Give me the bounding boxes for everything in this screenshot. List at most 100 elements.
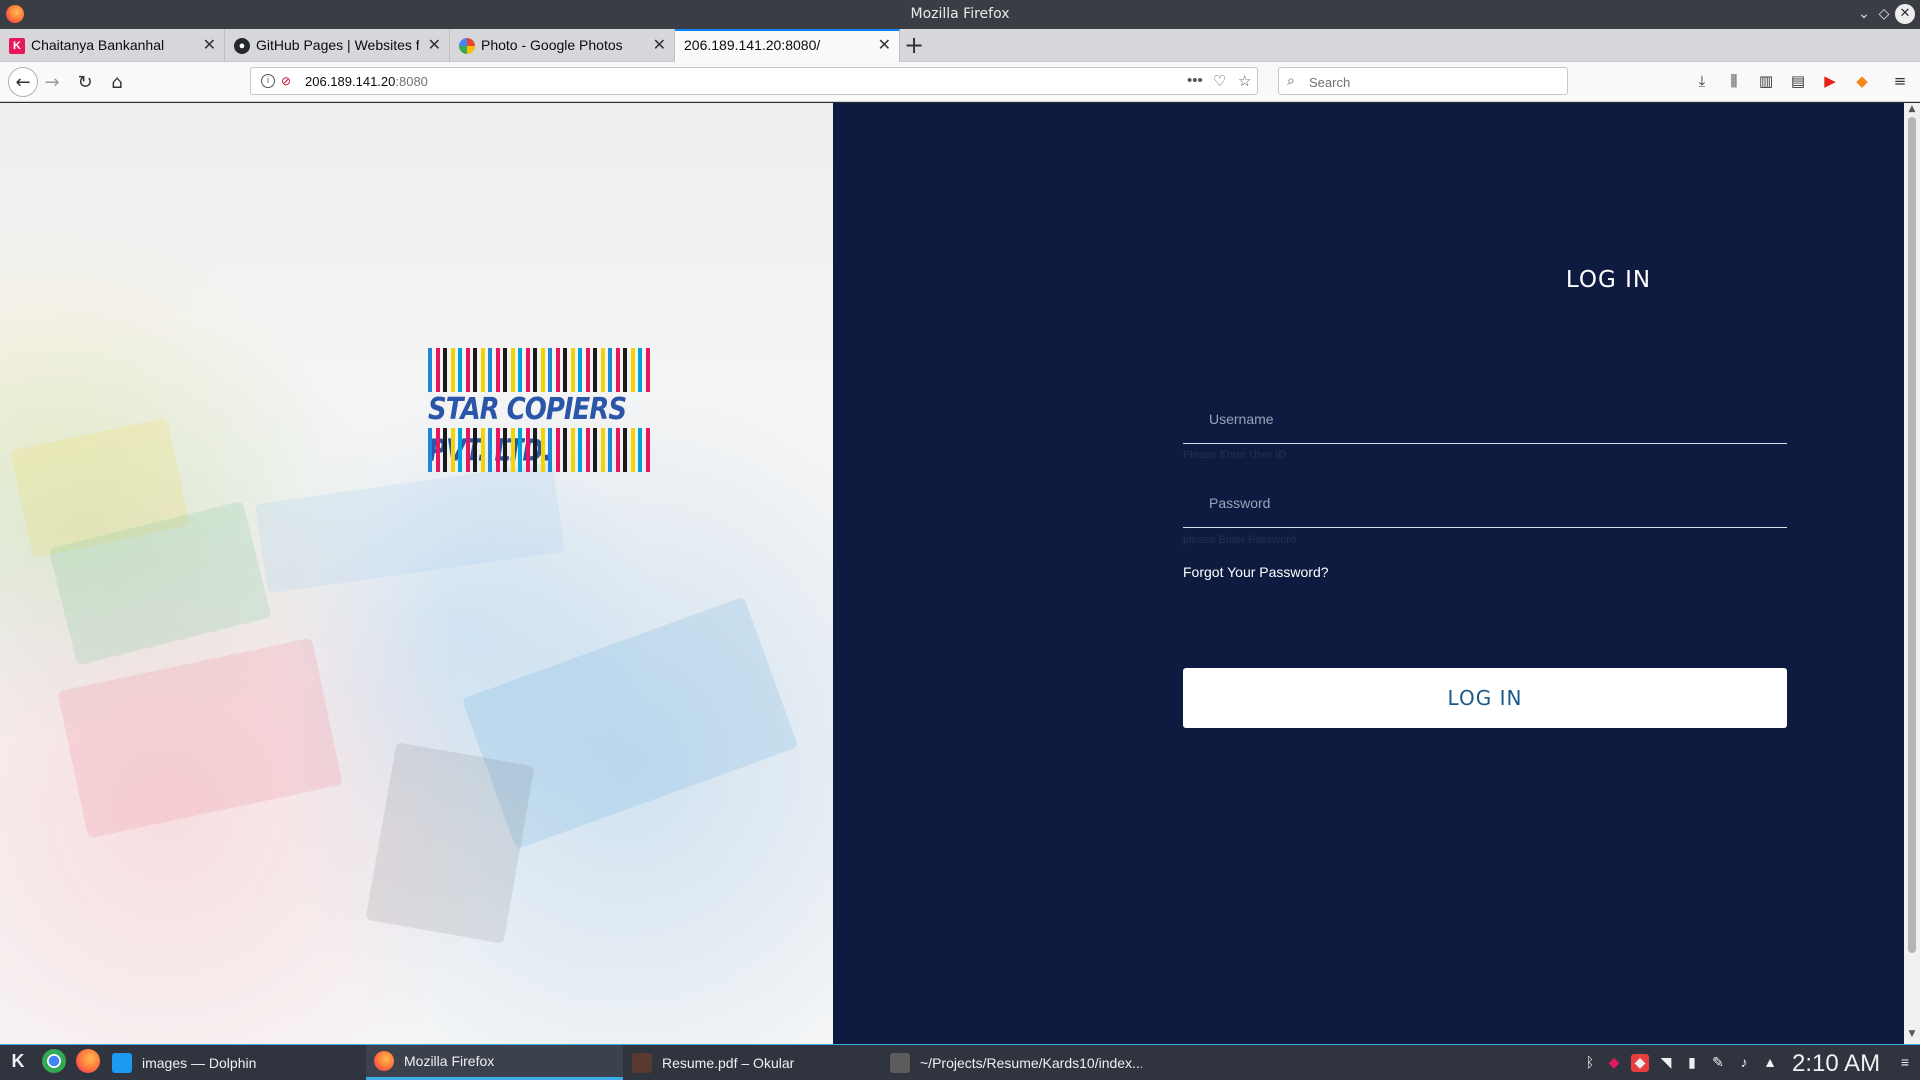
bookmark-star-icon[interactable]: ☆ bbox=[1238, 72, 1251, 90]
forgot-password-link[interactable]: Forgot Your Password? bbox=[1183, 564, 1329, 580]
logo-stripe bbox=[428, 348, 432, 392]
logo-stripe bbox=[518, 428, 522, 472]
home-icon[interactable]: ⌂ bbox=[105, 70, 129, 94]
tab-google-photos[interactable]: Photo - Google Photos ✕ bbox=[450, 29, 675, 62]
logo-stripe bbox=[615, 428, 620, 472]
firefox-launcher-icon[interactable] bbox=[76, 1049, 100, 1073]
notification-tray-icon[interactable]: ◆ bbox=[1631, 1054, 1649, 1072]
close-window-icon[interactable]: ✕ bbox=[1895, 4, 1915, 24]
logo-stripe bbox=[473, 348, 477, 392]
menu-icon[interactable]: ≡ bbox=[1890, 72, 1910, 92]
logo-stripe bbox=[593, 428, 597, 472]
library-icon[interactable]: ⫼ bbox=[1724, 72, 1744, 92]
scroll-down-icon[interactable]: ▼ bbox=[1906, 1029, 1918, 1041]
logo-stripe bbox=[450, 348, 455, 392]
scroll-up-icon[interactable]: ▲ bbox=[1906, 104, 1918, 116]
logo-stripe bbox=[495, 348, 500, 392]
logo-stripe bbox=[645, 428, 650, 472]
task-okular[interactable]: Resume.pdf – Okular bbox=[624, 1045, 880, 1080]
close-tab-icon[interactable]: ✕ bbox=[203, 35, 216, 55]
logo-stripe bbox=[608, 428, 612, 472]
folder-icon bbox=[112, 1052, 132, 1073]
logo-stripe bbox=[450, 428, 455, 472]
task-label: ~/Projects/Resume/Kards10/index... bbox=[920, 1054, 1142, 1071]
reload-icon[interactable]: ↻ bbox=[73, 70, 97, 94]
logo-stripe bbox=[630, 428, 635, 472]
magnifier-decoration bbox=[365, 742, 535, 944]
battery-icon[interactable]: ▮ bbox=[1683, 1054, 1701, 1072]
logo-stripe bbox=[548, 428, 552, 472]
volume-icon[interactable]: ♪ bbox=[1735, 1054, 1753, 1072]
logo-stripe bbox=[623, 428, 627, 472]
logo-stripe bbox=[503, 348, 507, 392]
search-placeholder: Search bbox=[1309, 75, 1351, 90]
tab-chaitanya[interactable]: K Chaitanya Bankanhal ✕ bbox=[0, 29, 225, 62]
new-tab-icon[interactable]: + bbox=[904, 31, 924, 59]
logo-stripe bbox=[563, 428, 567, 472]
logo-stripe bbox=[578, 348, 582, 392]
page-actions-icon[interactable]: ••• bbox=[1187, 72, 1203, 89]
logo-text: STAR COPIERS PVT. LTD. bbox=[428, 392, 627, 469]
kde-launcher-icon[interactable]: K bbox=[6, 1049, 30, 1073]
url-port: :8080 bbox=[395, 74, 428, 89]
search-box[interactable]: ⌕ Search bbox=[1278, 67, 1568, 95]
username-field[interactable] bbox=[1183, 394, 1787, 444]
logo-stripe bbox=[495, 428, 500, 472]
youtube-extension-icon[interactable]: ▶ bbox=[1820, 72, 1840, 92]
tab-label: 206.189.141.20:8080/ bbox=[684, 37, 821, 53]
site-info-icon[interactable]: i bbox=[261, 74, 275, 88]
logo-stripe bbox=[570, 428, 575, 472]
task-dolphin[interactable]: images — Dolphin bbox=[104, 1045, 356, 1080]
tab-active-login[interactable]: 206.189.141.20:8080/ ✕ bbox=[675, 29, 900, 62]
logo-stripe bbox=[518, 348, 522, 392]
tab-label: GitHub Pages | Websites fo bbox=[256, 37, 419, 53]
insecure-lock-icon[interactable]: ⊘ bbox=[281, 74, 295, 88]
tab-github-pages[interactable]: ● GitHub Pages | Websites fo ✕ bbox=[225, 29, 450, 62]
close-tab-icon[interactable]: ✕ bbox=[878, 35, 891, 55]
screenshot-icon[interactable]: ▤ bbox=[1788, 72, 1808, 92]
pocket-icon[interactable]: ♡ bbox=[1213, 72, 1226, 90]
logo-stripe bbox=[533, 348, 537, 392]
page-scrollbar[interactable]: ▲ ▼ bbox=[1904, 103, 1920, 1044]
close-tab-icon[interactable]: ✕ bbox=[428, 35, 441, 55]
logo-stripes-top bbox=[428, 348, 658, 392]
logo-stripe bbox=[638, 348, 642, 392]
bluetooth-icon[interactable]: ᛒ bbox=[1581, 1054, 1599, 1072]
close-tab-icon[interactable]: ✕ bbox=[653, 35, 666, 55]
logo-stripe bbox=[488, 348, 492, 392]
app-tray-icon[interactable]: ◆ bbox=[1605, 1054, 1623, 1072]
logo-stripe bbox=[510, 428, 515, 472]
sublime-icon bbox=[890, 1052, 910, 1073]
expand-tray-icon[interactable]: ▲ bbox=[1761, 1054, 1779, 1072]
login-button[interactable]: LOG IN bbox=[1183, 668, 1787, 728]
panel-menu-icon[interactable]: ≡ bbox=[1896, 1054, 1914, 1072]
scrollbar-thumb[interactable] bbox=[1908, 117, 1916, 953]
username-input[interactable] bbox=[1183, 394, 1787, 443]
metamask-extension-icon[interactable]: ◆ bbox=[1852, 72, 1872, 92]
wifi-icon[interactable]: ◥ bbox=[1657, 1054, 1675, 1072]
forward-icon[interactable]: → bbox=[40, 70, 64, 94]
url-bar[interactable]: i ⊘ 206.189.141.20:8080 ••• ♡ ☆ bbox=[250, 67, 1258, 95]
login-heading: LOG IN bbox=[1565, 267, 1652, 293]
downloads-icon[interactable]: ⤓ bbox=[1692, 72, 1712, 92]
password-hint: please Enter Password bbox=[1183, 534, 1297, 546]
minimize-icon[interactable]: ⌄ bbox=[1854, 4, 1874, 24]
task-firefox[interactable]: Mozilla Firefox bbox=[366, 1045, 623, 1080]
clipboard-icon[interactable]: ✎ bbox=[1709, 1054, 1727, 1072]
password-input[interactable] bbox=[1183, 478, 1787, 527]
back-icon[interactable]: ← bbox=[8, 67, 38, 97]
url-text[interactable]: 206.189.141.20:8080 bbox=[305, 74, 428, 89]
logo-stripe bbox=[473, 428, 477, 472]
logo-stripe bbox=[600, 348, 605, 392]
task-sublime[interactable]: ~/Projects/Resume/Kards10/index... bbox=[882, 1045, 1142, 1080]
color-swatch-decoration bbox=[57, 637, 343, 839]
tab-label: Chaitanya Bankanhal bbox=[31, 37, 165, 53]
sidebar-icon[interactable]: ▥ bbox=[1756, 72, 1776, 92]
logo-stripe bbox=[615, 348, 620, 392]
clock[interactable]: 2:10 AM bbox=[1792, 1050, 1880, 1078]
password-field[interactable] bbox=[1183, 478, 1787, 528]
maximize-icon[interactable]: ◇ bbox=[1874, 4, 1894, 24]
chromium-icon[interactable] bbox=[42, 1049, 66, 1073]
logo-stripe bbox=[563, 348, 567, 392]
logo-stripe bbox=[593, 348, 597, 392]
